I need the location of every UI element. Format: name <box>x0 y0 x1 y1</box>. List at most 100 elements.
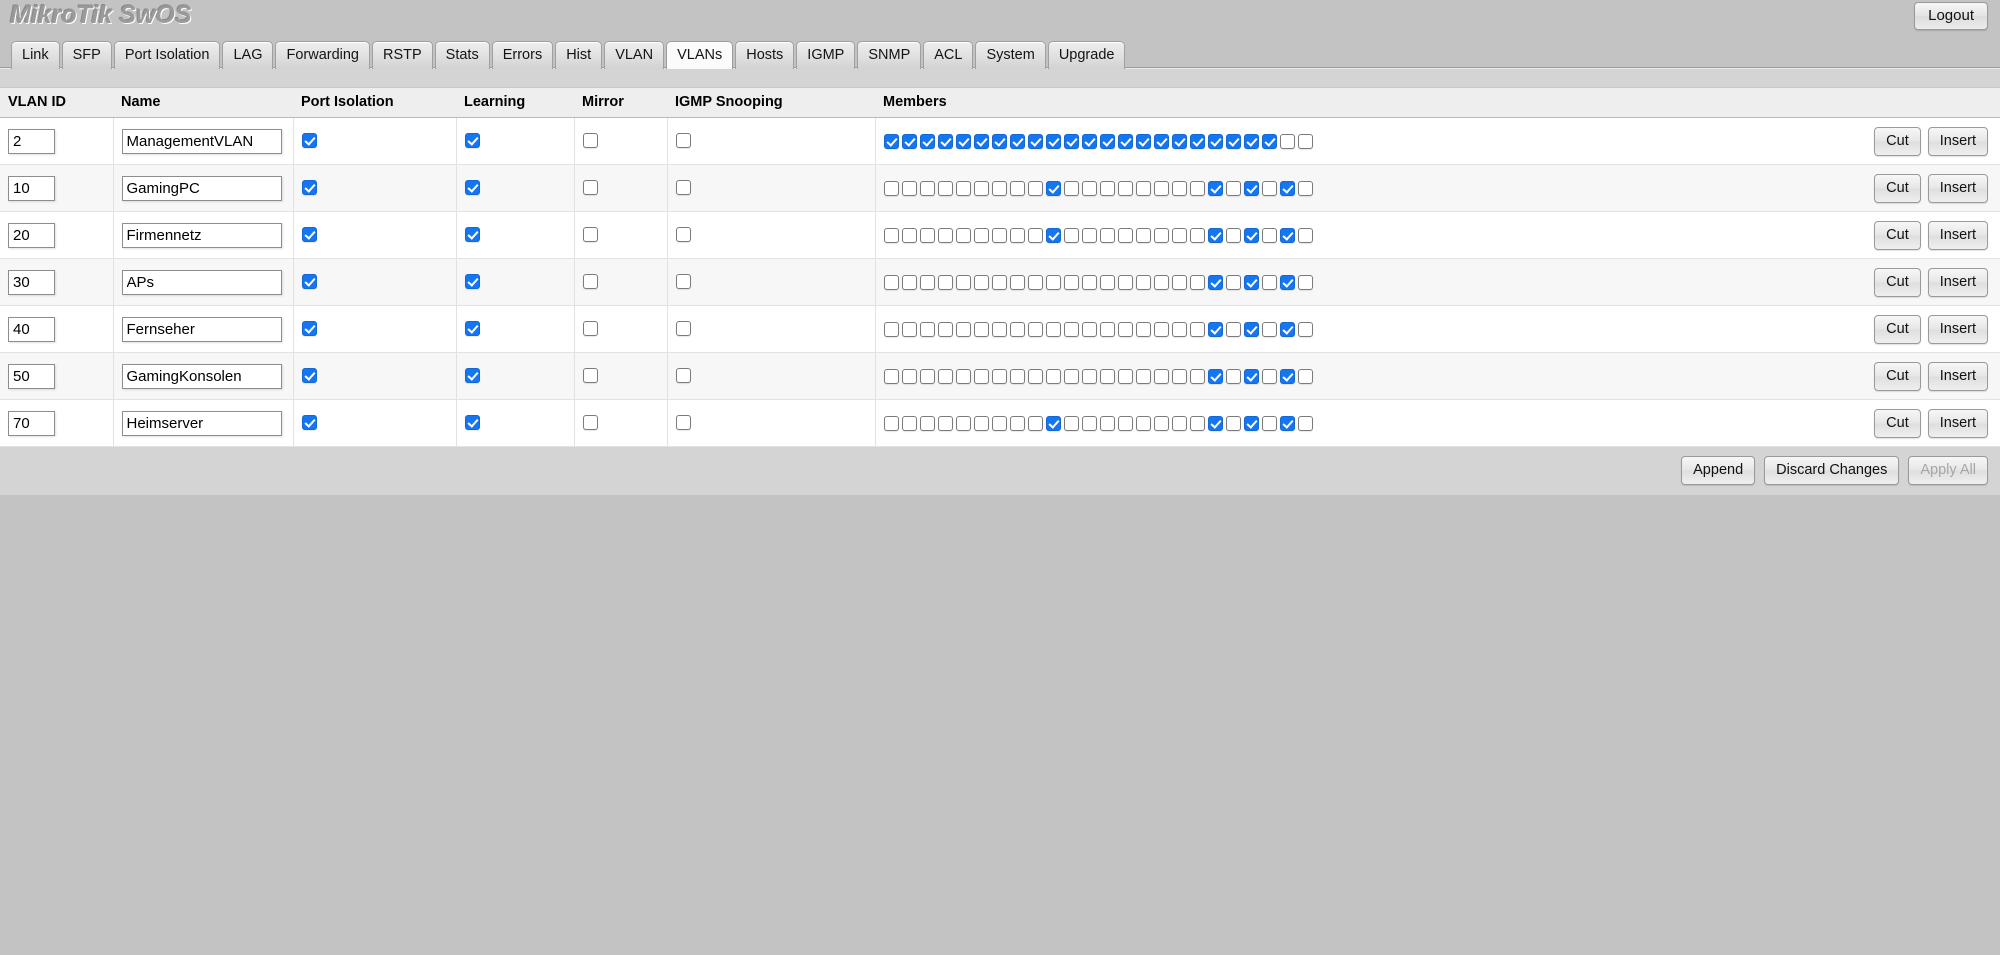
member-port-12-checkbox[interactable] <box>1081 321 1097 337</box>
member-port-21-checkbox[interactable] <box>1243 321 1259 337</box>
member-port-13-checkbox[interactable] <box>1099 133 1115 149</box>
vlan-name-input[interactable] <box>121 128 282 154</box>
member-port-7-checkbox[interactable] <box>991 274 1007 290</box>
member-port-16-checkbox[interactable] <box>1153 415 1169 431</box>
learning-checkbox[interactable] <box>464 180 480 196</box>
insert-row-button[interactable]: Insert <box>1927 220 1988 250</box>
vlan-id-input[interactable] <box>8 316 55 342</box>
member-port-21-checkbox[interactable] <box>1243 180 1259 196</box>
member-port-12-checkbox[interactable] <box>1081 415 1097 431</box>
member-port-11-checkbox[interactable] <box>1063 133 1079 149</box>
mirror-checkbox[interactable] <box>582 133 598 149</box>
member-port-12-checkbox[interactable] <box>1081 133 1097 149</box>
member-port-8-checkbox[interactable] <box>1009 415 1025 431</box>
member-port-5-checkbox[interactable] <box>955 274 971 290</box>
igmp-snooping-checkbox[interactable] <box>675 227 691 243</box>
vlan-name-input[interactable] <box>121 175 282 201</box>
member-port-9-checkbox[interactable] <box>1027 415 1043 431</box>
insert-row-button[interactable]: Insert <box>1927 126 1988 156</box>
member-port-15-checkbox[interactable] <box>1135 415 1151 431</box>
tab-errors[interactable]: Errors <box>491 41 554 69</box>
insert-row-button[interactable]: Insert <box>1927 361 1988 391</box>
port-isolation-checkbox[interactable] <box>301 133 317 149</box>
member-port-20-checkbox[interactable] <box>1225 368 1241 384</box>
member-port-21-checkbox[interactable] <box>1243 133 1259 149</box>
member-port-15-checkbox[interactable] <box>1135 180 1151 196</box>
vlan-id-input[interactable] <box>8 410 55 436</box>
tab-hosts[interactable]: Hosts <box>735 41 795 69</box>
vlan-name-input[interactable] <box>121 269 282 295</box>
member-port-7-checkbox[interactable] <box>991 227 1007 243</box>
tab-igmp[interactable]: IGMP <box>796 41 856 69</box>
member-port-4-checkbox[interactable] <box>937 133 953 149</box>
member-port-4-checkbox[interactable] <box>937 227 953 243</box>
member-port-8-checkbox[interactable] <box>1009 368 1025 384</box>
member-port-14-checkbox[interactable] <box>1117 321 1133 337</box>
member-port-21-checkbox[interactable] <box>1243 415 1259 431</box>
member-port-20-checkbox[interactable] <box>1225 133 1241 149</box>
tab-vlans[interactable]: VLANs <box>666 41 734 69</box>
insert-row-button[interactable]: Insert <box>1927 314 1988 344</box>
append-button[interactable]: Append <box>1681 456 1756 485</box>
vlan-name-input[interactable] <box>121 363 282 389</box>
mirror-checkbox[interactable] <box>582 227 598 243</box>
tab-upgrade[interactable]: Upgrade <box>1047 41 1126 69</box>
cut-row-button[interactable]: Cut <box>1874 314 1921 344</box>
member-port-6-checkbox[interactable] <box>973 415 989 431</box>
igmp-snooping-checkbox[interactable] <box>675 368 691 384</box>
cut-row-button[interactable]: Cut <box>1874 173 1921 203</box>
member-port-8-checkbox[interactable] <box>1009 227 1025 243</box>
member-port-5-checkbox[interactable] <box>955 321 971 337</box>
member-port-10-checkbox[interactable] <box>1045 415 1061 431</box>
vlan-id-input[interactable] <box>8 269 55 295</box>
tab-forwarding[interactable]: Forwarding <box>275 41 370 69</box>
tab-acl[interactable]: ACL <box>923 41 974 69</box>
member-port-7-checkbox[interactable] <box>991 180 1007 196</box>
member-port-3-checkbox[interactable] <box>919 133 935 149</box>
member-port-23-checkbox[interactable] <box>1279 133 1295 149</box>
insert-row-button[interactable]: Insert <box>1927 267 1988 297</box>
member-port-21-checkbox[interactable] <box>1243 274 1259 290</box>
member-port-4-checkbox[interactable] <box>937 415 953 431</box>
member-port-6-checkbox[interactable] <box>973 227 989 243</box>
apply-all-button[interactable]: Apply All <box>1908 456 1988 485</box>
member-port-6-checkbox[interactable] <box>973 180 989 196</box>
mirror-checkbox[interactable] <box>582 415 598 431</box>
member-port-4-checkbox[interactable] <box>937 274 953 290</box>
vlan-id-input[interactable] <box>8 175 55 201</box>
member-port-9-checkbox[interactable] <box>1027 368 1043 384</box>
member-port-7-checkbox[interactable] <box>991 133 1007 149</box>
member-port-14-checkbox[interactable] <box>1117 180 1133 196</box>
member-port-20-checkbox[interactable] <box>1225 274 1241 290</box>
member-port-9-checkbox[interactable] <box>1027 227 1043 243</box>
member-port-14-checkbox[interactable] <box>1117 368 1133 384</box>
mirror-checkbox[interactable] <box>582 321 598 337</box>
member-port-19-checkbox[interactable] <box>1207 227 1223 243</box>
mirror-checkbox[interactable] <box>582 274 598 290</box>
member-port-22-checkbox[interactable] <box>1261 321 1277 337</box>
member-port-3-checkbox[interactable] <box>919 321 935 337</box>
member-port-12-checkbox[interactable] <box>1081 274 1097 290</box>
member-port-1-checkbox[interactable] <box>883 227 899 243</box>
learning-checkbox[interactable] <box>464 368 480 384</box>
member-port-22-checkbox[interactable] <box>1261 227 1277 243</box>
port-isolation-checkbox[interactable] <box>301 321 317 337</box>
member-port-7-checkbox[interactable] <box>991 368 1007 384</box>
discard-changes-button[interactable]: Discard Changes <box>1764 456 1900 485</box>
member-port-11-checkbox[interactable] <box>1063 274 1079 290</box>
member-port-19-checkbox[interactable] <box>1207 321 1223 337</box>
member-port-1-checkbox[interactable] <box>883 133 899 149</box>
member-port-17-checkbox[interactable] <box>1171 133 1187 149</box>
logout-button[interactable]: Logout <box>1914 2 1988 30</box>
member-port-18-checkbox[interactable] <box>1189 415 1205 431</box>
member-port-12-checkbox[interactable] <box>1081 227 1097 243</box>
member-port-4-checkbox[interactable] <box>937 180 953 196</box>
member-port-11-checkbox[interactable] <box>1063 227 1079 243</box>
igmp-snooping-checkbox[interactable] <box>675 180 691 196</box>
vlan-id-input[interactable] <box>8 363 55 389</box>
member-port-17-checkbox[interactable] <box>1171 415 1187 431</box>
cut-row-button[interactable]: Cut <box>1874 267 1921 297</box>
member-port-15-checkbox[interactable] <box>1135 368 1151 384</box>
member-port-23-checkbox[interactable] <box>1279 321 1295 337</box>
member-port-22-checkbox[interactable] <box>1261 180 1277 196</box>
